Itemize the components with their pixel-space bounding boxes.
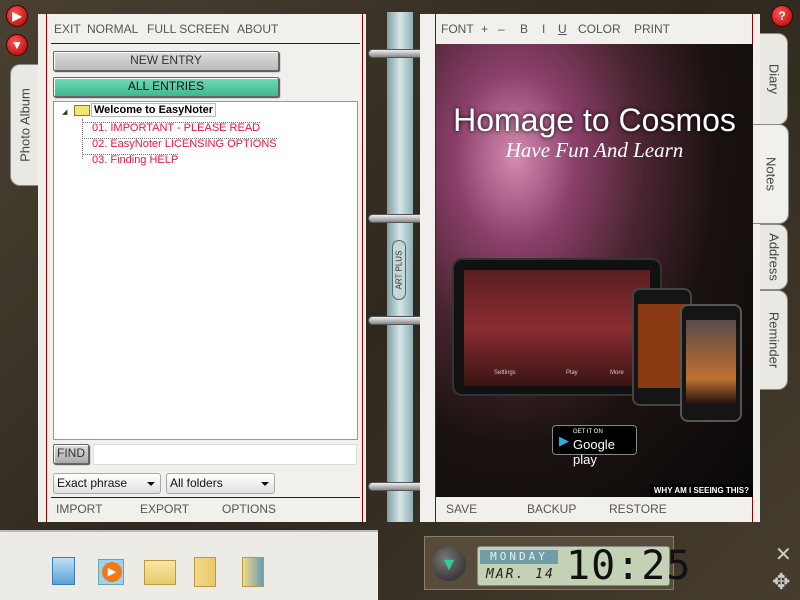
tab-reminder[interactable]: Reminder [760,290,788,390]
media-player-icon[interactable]: ▶ [98,559,124,585]
menu-about[interactable]: ABOUT [237,22,278,36]
font-decrease-button[interactable]: – [498,22,505,36]
tab-diary[interactable]: Diary [760,33,788,125]
clock-day: MONDAY [480,550,558,564]
app-dock: ▶ [0,530,378,600]
entries-tree[interactable]: ◢ Welcome to EasyNoter 01. IMPORTANT - P… [53,101,358,440]
expand-right-button[interactable]: ▶ [6,5,28,27]
clock-time: 10:25 [566,543,692,589]
font-increase-button[interactable]: + [481,22,488,36]
underline-button[interactable]: U [558,22,567,36]
new-entry-button[interactable]: NEW ENTRY [53,51,279,71]
play-store-icon: ▶ [559,433,569,448]
tab-address[interactable]: Address [760,224,788,290]
tree-item[interactable]: 03. Finding HELP [82,154,179,166]
phone-image [680,304,742,422]
clock-menu-button[interactable]: ▼ [432,547,466,581]
why-seeing-link[interactable]: WHY AM I SEEING THIS? [649,484,753,497]
font-button[interactable]: FONT [441,22,474,36]
documents-folder-icon[interactable] [194,557,216,587]
folder-select[interactable]: All folders [166,473,275,494]
spine-label: ART PLUS [392,240,406,300]
clock-lcd: MONDAY MAR. 14 10:25 [477,543,690,589]
tree-item[interactable]: 01. IMPORTANT - PLEASE READ [82,122,261,134]
move-icon[interactable]: ✥ [772,569,790,595]
advertisement[interactable]: Homage to Cosmos Have Fun And Learn Sett… [436,44,753,497]
tab-notes[interactable]: Notes [753,124,789,224]
print-button[interactable]: PRINT [634,22,670,36]
restore-button[interactable]: RESTORE [609,502,667,516]
tablet-image: Settings Play More [452,258,662,396]
ad-title: Homage to Cosmos [453,102,736,138]
italic-button[interactable]: I [542,22,545,36]
ad-subtitle: Have Fun And Learn [505,138,684,162]
menu-import[interactable]: IMPORT [56,502,102,516]
tree-root[interactable]: Welcome to EasyNoter [91,103,217,117]
pictures-folder-icon[interactable] [242,557,264,587]
calculator-icon[interactable] [52,557,75,585]
color-button[interactable]: COLOR [578,22,621,36]
menu-options[interactable]: OPTIONS [222,502,276,516]
google-play-badge[interactable]: ▶ GET IT ON Google play [552,425,637,467]
match-mode-select[interactable]: Exact phrase [53,473,161,494]
network-folder-icon[interactable] [144,560,176,585]
collapse-triangle-icon[interactable]: ◢ [62,108,67,116]
folder-icon [74,105,90,116]
menu-normal[interactable]: NORMAL [87,22,138,36]
menu-export[interactable]: EXPORT [140,502,189,516]
help-button[interactable]: ? [771,5,793,27]
save-button[interactable]: SAVE [446,502,477,516]
menu-exit[interactable]: EXIT [54,22,81,36]
chevron-down-icon [261,482,269,486]
tablet-label-settings: Settings [494,370,516,376]
tree-item[interactable]: 02. EasyNoter LICENSING OPTIONS [82,138,277,150]
menu-full-screen[interactable]: FULL SCREEN [147,22,229,36]
tab-photo-album[interactable]: Photo Album [10,64,38,186]
tablet-label-more: More [610,370,624,376]
tablet-label-play: Play [566,370,578,376]
collapse-down-button[interactable]: ▼ [6,34,28,56]
chevron-down-icon [147,482,155,486]
close-icon[interactable]: ✕ [775,542,792,567]
backup-button[interactable]: BACKUP [527,502,576,516]
all-entries-button[interactable]: ALL ENTRIES [53,77,279,97]
bold-button[interactable]: B [520,22,528,36]
search-input[interactable] [93,444,357,465]
clock-date: MAR. 14 [486,567,555,582]
find-button[interactable]: FIND [53,444,89,464]
